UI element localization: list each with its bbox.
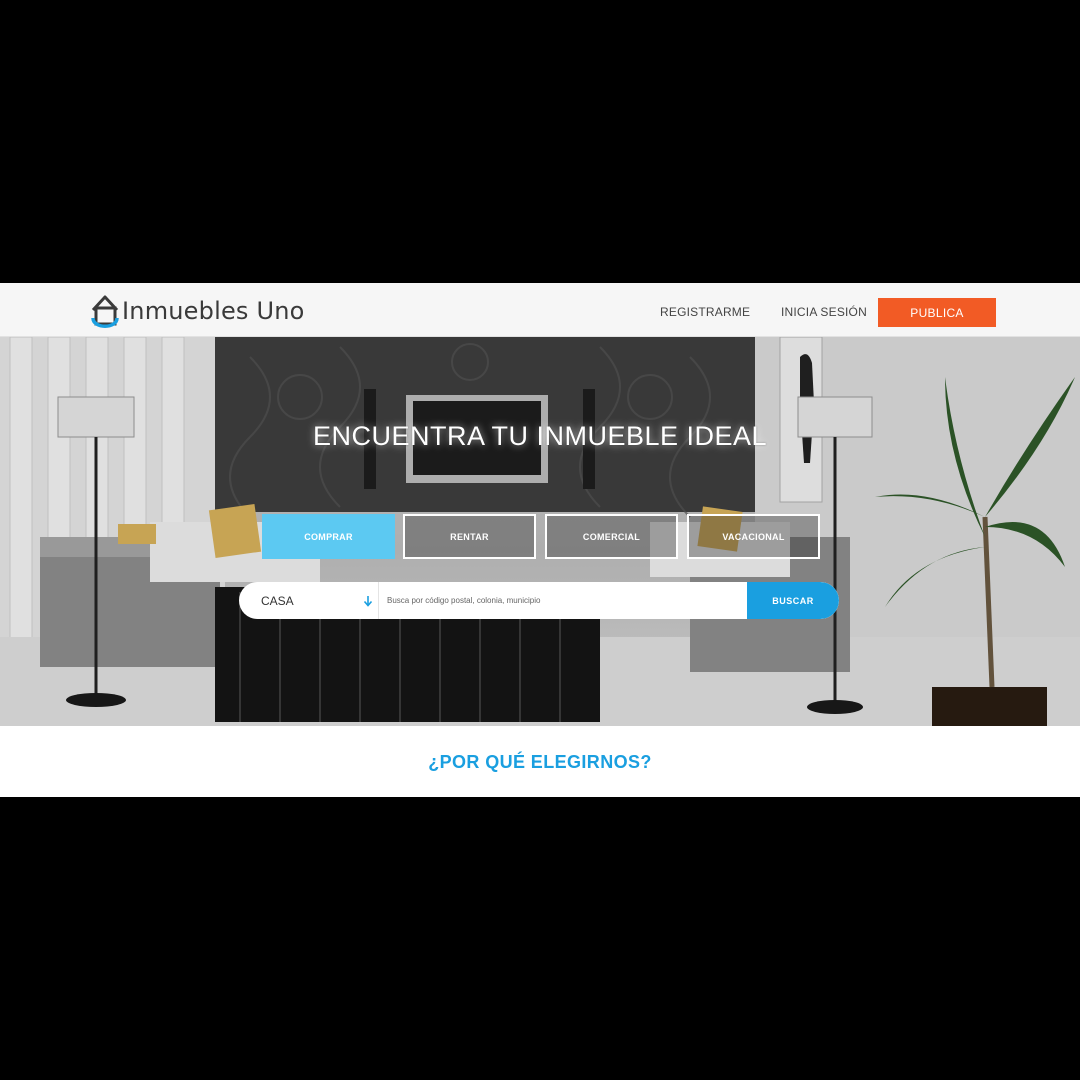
logo-text: Inmuebles Uno [122, 297, 305, 325]
hero-title: ENCUENTRA TU INMUEBLE IDEAL [312, 421, 768, 451]
logo[interactable]: Inmuebles Uno [88, 291, 305, 331]
tab-comercial[interactable]: COMERCIAL [545, 514, 678, 559]
house-pin-icon [91, 295, 119, 328]
login-link[interactable]: INICIA SESIÓN [781, 305, 867, 319]
property-type-value: CASA [261, 593, 294, 608]
tab-rentar[interactable]: RENTAR [403, 514, 536, 559]
search-button[interactable]: BUSCAR [747, 582, 839, 619]
hero-banner: ENCUENTRA TU INMUEBLE IDEAL COMPRAR RENT… [0, 337, 1080, 726]
site-header: Inmuebles Uno REGISTRARME INICIA SESIÓN … [0, 283, 1080, 337]
why-choose-us-section: ¿POR QUÉ ELEGIRNOS? [0, 726, 1080, 797]
tab-vacacional[interactable]: VACACIONAL [687, 514, 820, 559]
publish-button[interactable]: PUBLICA [878, 298, 996, 327]
register-link[interactable]: REGISTRARME [660, 305, 750, 319]
search-bar: CASA BUSCAR [239, 582, 839, 619]
tab-comprar[interactable]: COMPRAR [262, 514, 395, 559]
property-type-select[interactable]: CASA [239, 582, 379, 619]
website-frame: Inmuebles Uno REGISTRARME INICIA SESIÓN … [0, 283, 1080, 797]
section-title: ¿POR QUÉ ELEGIRNOS? [428, 752, 652, 772]
search-input[interactable] [381, 582, 747, 619]
living-room-photo [0, 337, 1080, 726]
arrow-down-icon [363, 596, 373, 607]
